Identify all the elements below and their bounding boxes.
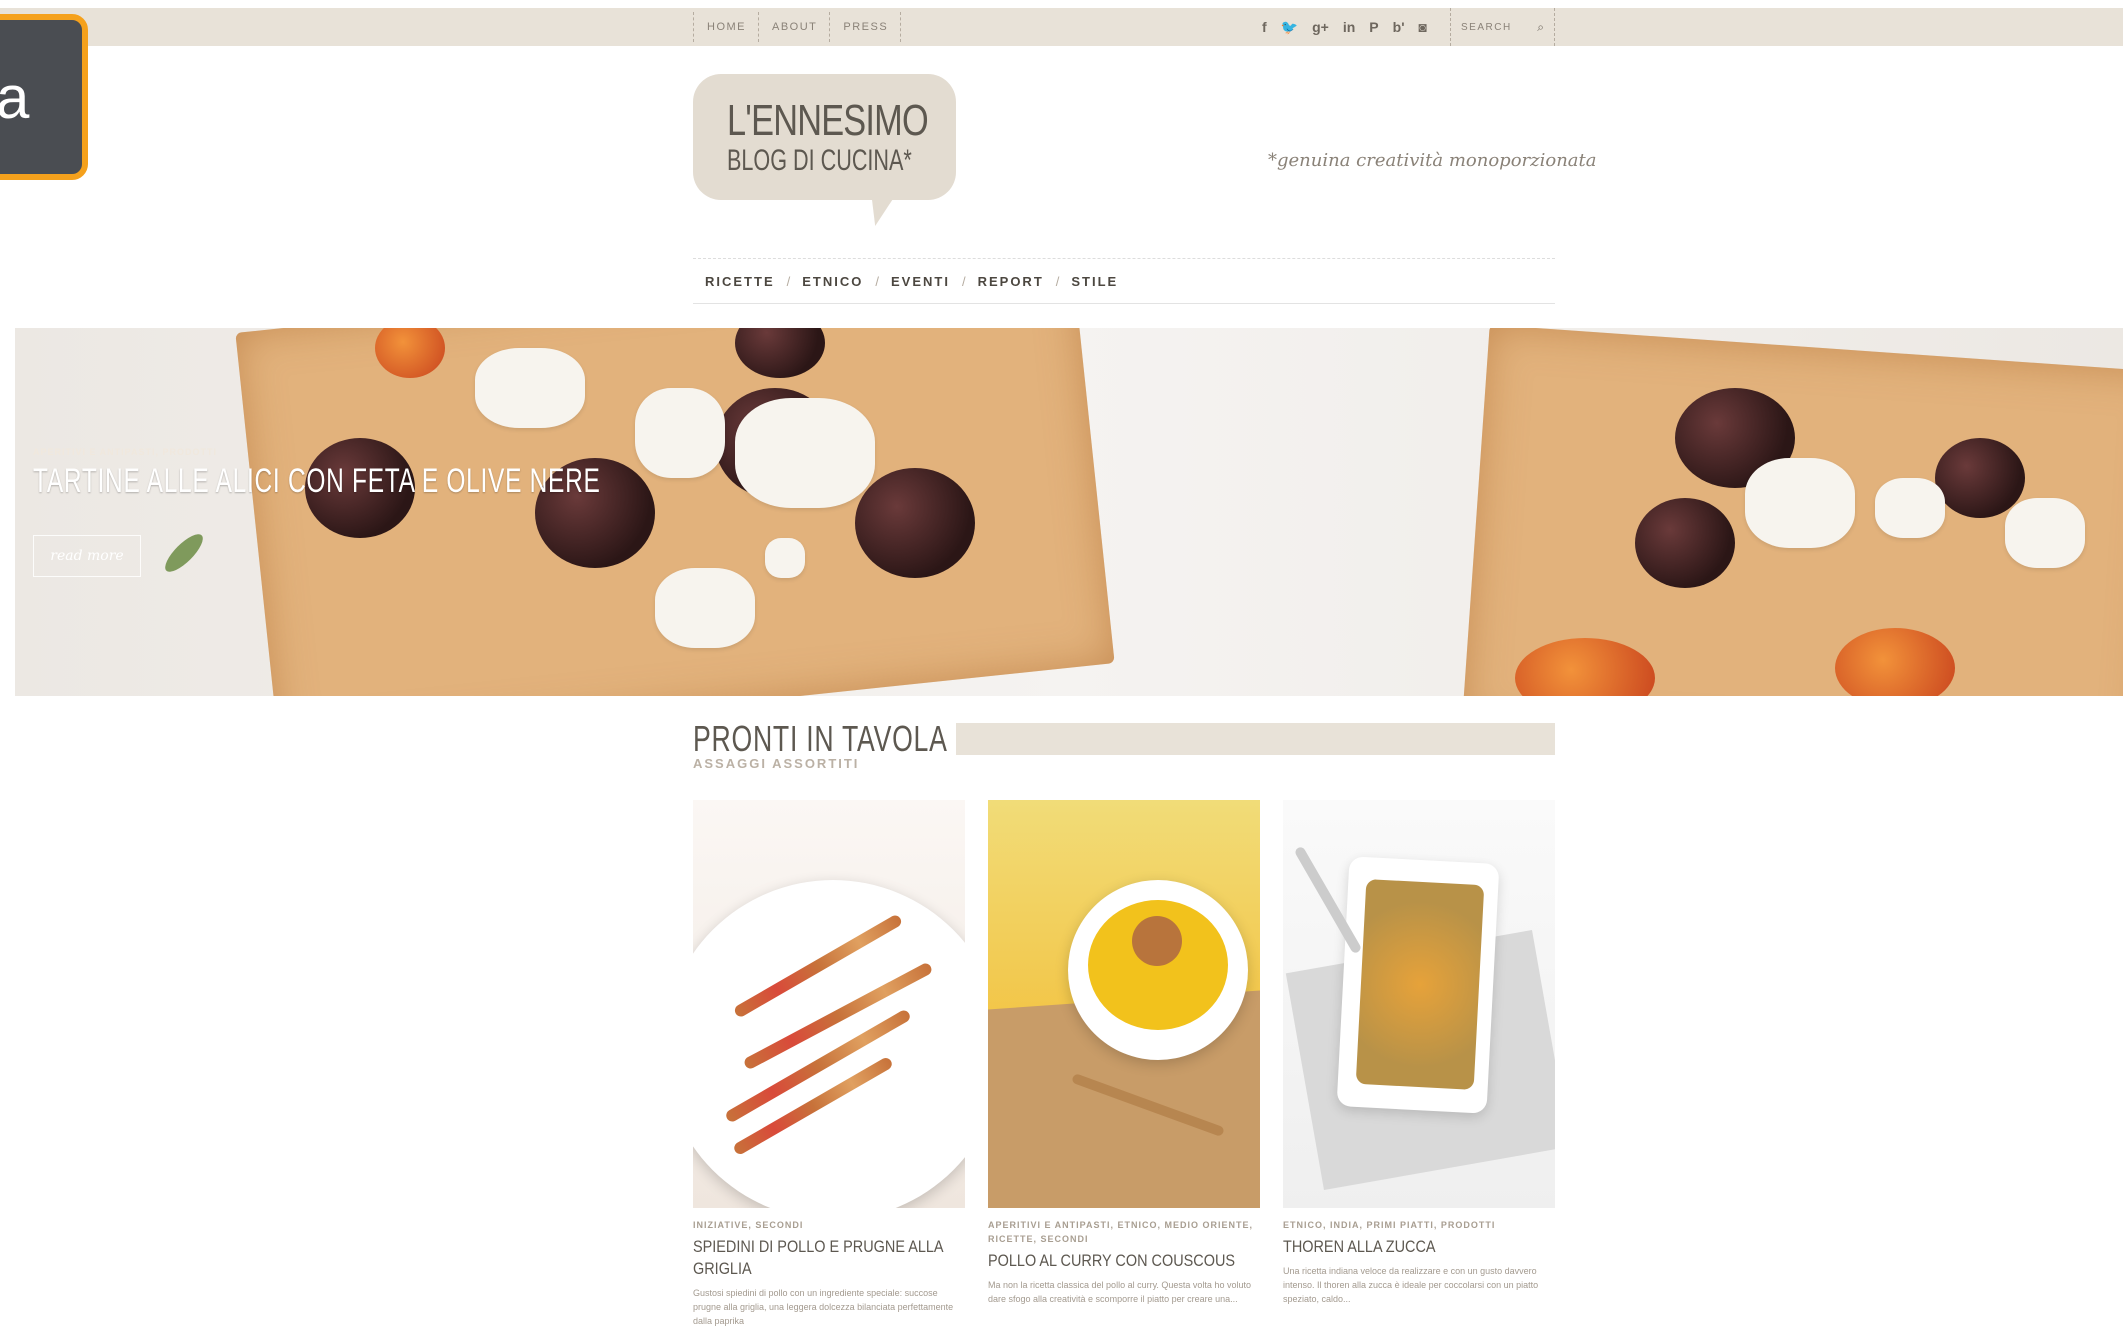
search-icon[interactable]: ⌕ xyxy=(1537,20,1544,35)
plate xyxy=(693,880,965,1208)
site-tagline: *genuina creatività monoporzionata xyxy=(1268,150,1597,171)
facebook-icon[interactable]: f xyxy=(1262,19,1267,35)
hero-feta xyxy=(1875,478,1945,538)
overlay-badge[interactable]: a xyxy=(0,14,88,180)
site-logo[interactable]: L'ENNESIMO BLOG DI CUCINA* xyxy=(693,74,956,200)
post-excerpt: Una ricetta indiana veloce da realizzare… xyxy=(1283,1266,1539,1304)
post-card[interactable]: INIZIATIVE, SECONDI SPIEDINI DI POLLO E … xyxy=(693,800,965,1328)
nav-stile[interactable]: STILE xyxy=(1059,274,1130,289)
logo-line-1: L'ENNESIMO xyxy=(727,96,929,145)
hero-title[interactable]: TARTINE ALLE ALICI CON FETA E OLIVE NERE xyxy=(33,462,601,501)
top-nav: HOME ABOUT PRESS xyxy=(693,8,902,46)
main-nav: RICETTE / ETNICO / EVENTI / REPORT / STI… xyxy=(693,258,1555,304)
nav-report[interactable]: REPORT xyxy=(966,274,1056,289)
post-category[interactable]: ETNICO, INDIA, PRIMI PIATTI, PRODOTTI xyxy=(1283,1218,1555,1232)
instagram-icon[interactable]: ◙ xyxy=(1419,19,1427,35)
hero-olive xyxy=(1935,438,2025,518)
post-card[interactable]: APERITIVI E ANTIPASTI, ETNICO, MEDIO ORI… xyxy=(988,800,1260,1306)
pinterest-icon[interactable]: P xyxy=(1369,19,1378,35)
hero-feta xyxy=(635,388,725,478)
post-category[interactable]: INIZIATIVE, SECONDI xyxy=(693,1218,965,1232)
hero-feta xyxy=(655,568,755,648)
section-title-bar xyxy=(956,723,1555,755)
nav-eventi[interactable]: EVENTI xyxy=(879,274,962,289)
section-subtitle: ASSAGGI ASSORTITI xyxy=(693,756,860,771)
hero-herb xyxy=(159,528,209,578)
top-nav-home[interactable]: HOME xyxy=(695,21,758,33)
post-card[interactable]: ETNICO, INDIA, PRIMI PIATTI, PRODOTTI TH… xyxy=(1283,800,1555,1306)
meatball xyxy=(1132,916,1182,966)
post-title[interactable]: SPIEDINI DI POLLO E PRUGNE ALLA GRIGLIA xyxy=(693,1236,966,1280)
hero-feta xyxy=(765,538,805,578)
hero-feta xyxy=(735,398,875,508)
linkedin-icon[interactable]: in xyxy=(1343,19,1355,35)
overlay-badge-text: a xyxy=(0,63,30,131)
hero-olive xyxy=(1635,498,1735,588)
section-title: PRONTI IN TAVOLA xyxy=(693,718,948,759)
social-links: f 🐦 g+ in P b' ◙ xyxy=(1262,8,1427,46)
post-title[interactable]: THOREN ALLA ZUCCA xyxy=(1283,1236,1556,1258)
post-title[interactable]: POLLO AL CURRY CON COUSCOUS xyxy=(988,1250,1261,1272)
hero-category[interactable]: APERITIVI E ANTIPASTI, PRODOTTI xyxy=(33,447,217,457)
bloglovin-icon[interactable]: b' xyxy=(1393,19,1405,35)
post-image[interactable] xyxy=(1283,800,1555,1208)
search-input[interactable]: SEARCH xyxy=(1461,22,1512,33)
hero-slider[interactable] xyxy=(15,328,2123,696)
post-category[interactable]: APERITIVI E ANTIPASTI, ETNICO, MEDIO ORI… xyxy=(988,1218,1260,1246)
twitter-icon[interactable]: 🐦 xyxy=(1281,19,1298,36)
post-excerpt: Gustosi spiedini di pollo con un ingredi… xyxy=(693,1288,954,1326)
read-more-button[interactable]: read more xyxy=(33,535,141,577)
logo-line-2: BLOG DI CUCINA* xyxy=(727,144,912,177)
google-plus-icon[interactable]: g+ xyxy=(1312,19,1329,35)
nav-etnico[interactable]: ETNICO xyxy=(790,274,875,289)
top-nav-about[interactable]: ABOUT xyxy=(760,21,829,33)
nav-ricette[interactable]: RICETTE xyxy=(693,274,787,289)
post-image[interactable] xyxy=(988,800,1260,1208)
hero-olive xyxy=(855,468,975,578)
top-nav-press[interactable]: PRESS xyxy=(831,21,900,33)
divider xyxy=(900,12,902,42)
hero-feta xyxy=(2005,498,2085,568)
hero-feta xyxy=(475,348,585,428)
post-excerpt: Ma non la ricetta classica del pollo al … xyxy=(988,1280,1251,1304)
hero-feta xyxy=(1745,458,1855,548)
top-bar: HOME ABOUT PRESS f 🐦 g+ in P b' ◙ SEARCH… xyxy=(0,8,2123,46)
post-image[interactable] xyxy=(693,800,965,1208)
thoren xyxy=(1355,879,1485,1090)
search-box[interactable]: SEARCH ⌕ xyxy=(1450,8,1555,46)
